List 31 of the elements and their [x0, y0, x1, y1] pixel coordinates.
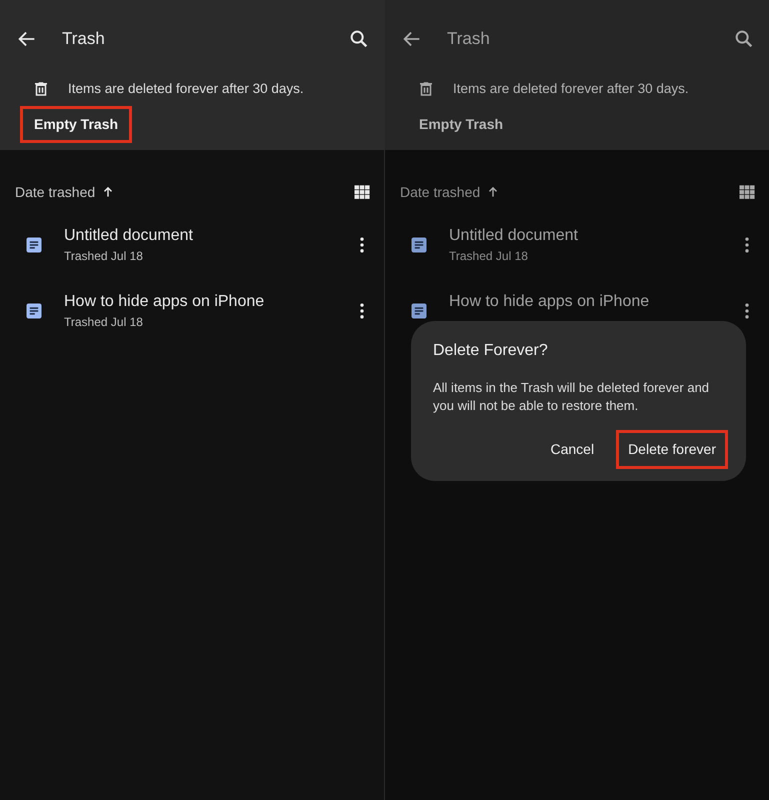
search-icon[interactable] — [348, 28, 370, 50]
file-name: How to hide apps on iPhone — [64, 292, 266, 312]
sort-label[interactable]: Date trashed — [400, 182, 480, 202]
trashed-date: Trashed Jul 18 — [64, 249, 144, 264]
file-row[interactable]: How to hide apps on iPhone Trashed Jul 18 — [0, 278, 384, 344]
trash-icon — [417, 80, 435, 98]
dialog-message: All items in the Trash will be deleted forever and you will not be able to restore them. — [433, 379, 710, 414]
document-icon — [409, 301, 429, 321]
file-row[interactable]: How to hide apps on iPhone — [385, 278, 769, 344]
file-row[interactable]: Untitled document Trashed Jul 18 — [0, 212, 384, 278]
dialog-button[interactable]: Cancel — [538, 430, 606, 470]
file-name: Untitled document — [449, 226, 579, 246]
trash-icon — [32, 80, 50, 98]
screen-title: Trash — [447, 28, 491, 50]
search-icon[interactable] — [733, 28, 755, 50]
dialog-title: Delete Forever? — [433, 341, 549, 361]
file-row[interactable]: Untitled document Trashed Jul 18 — [385, 212, 769, 278]
document-icon — [409, 235, 429, 255]
empty-trash-button[interactable]: Empty Trash — [405, 106, 518, 143]
document-icon — [24, 235, 44, 255]
trashed-date: Trashed Jul 18 — [449, 249, 529, 264]
document-icon — [24, 301, 44, 321]
notice-text: Items are deleted forever after 30 days. — [453, 80, 689, 98]
empty-trash-button[interactable]: Empty Trash — [20, 106, 132, 143]
trashed-date: Trashed Jul 18 — [64, 315, 144, 330]
file-name: How to hide apps on iPhone — [449, 292, 650, 312]
screen-title: Trash — [62, 28, 106, 50]
dialog-button[interactable]: Delete forever — [616, 430, 728, 470]
sort-label[interactable]: Date trashed — [15, 182, 96, 202]
file-name: Untitled document — [64, 226, 194, 246]
notice-text: Items are deleted forever after 30 days. — [68, 80, 304, 98]
